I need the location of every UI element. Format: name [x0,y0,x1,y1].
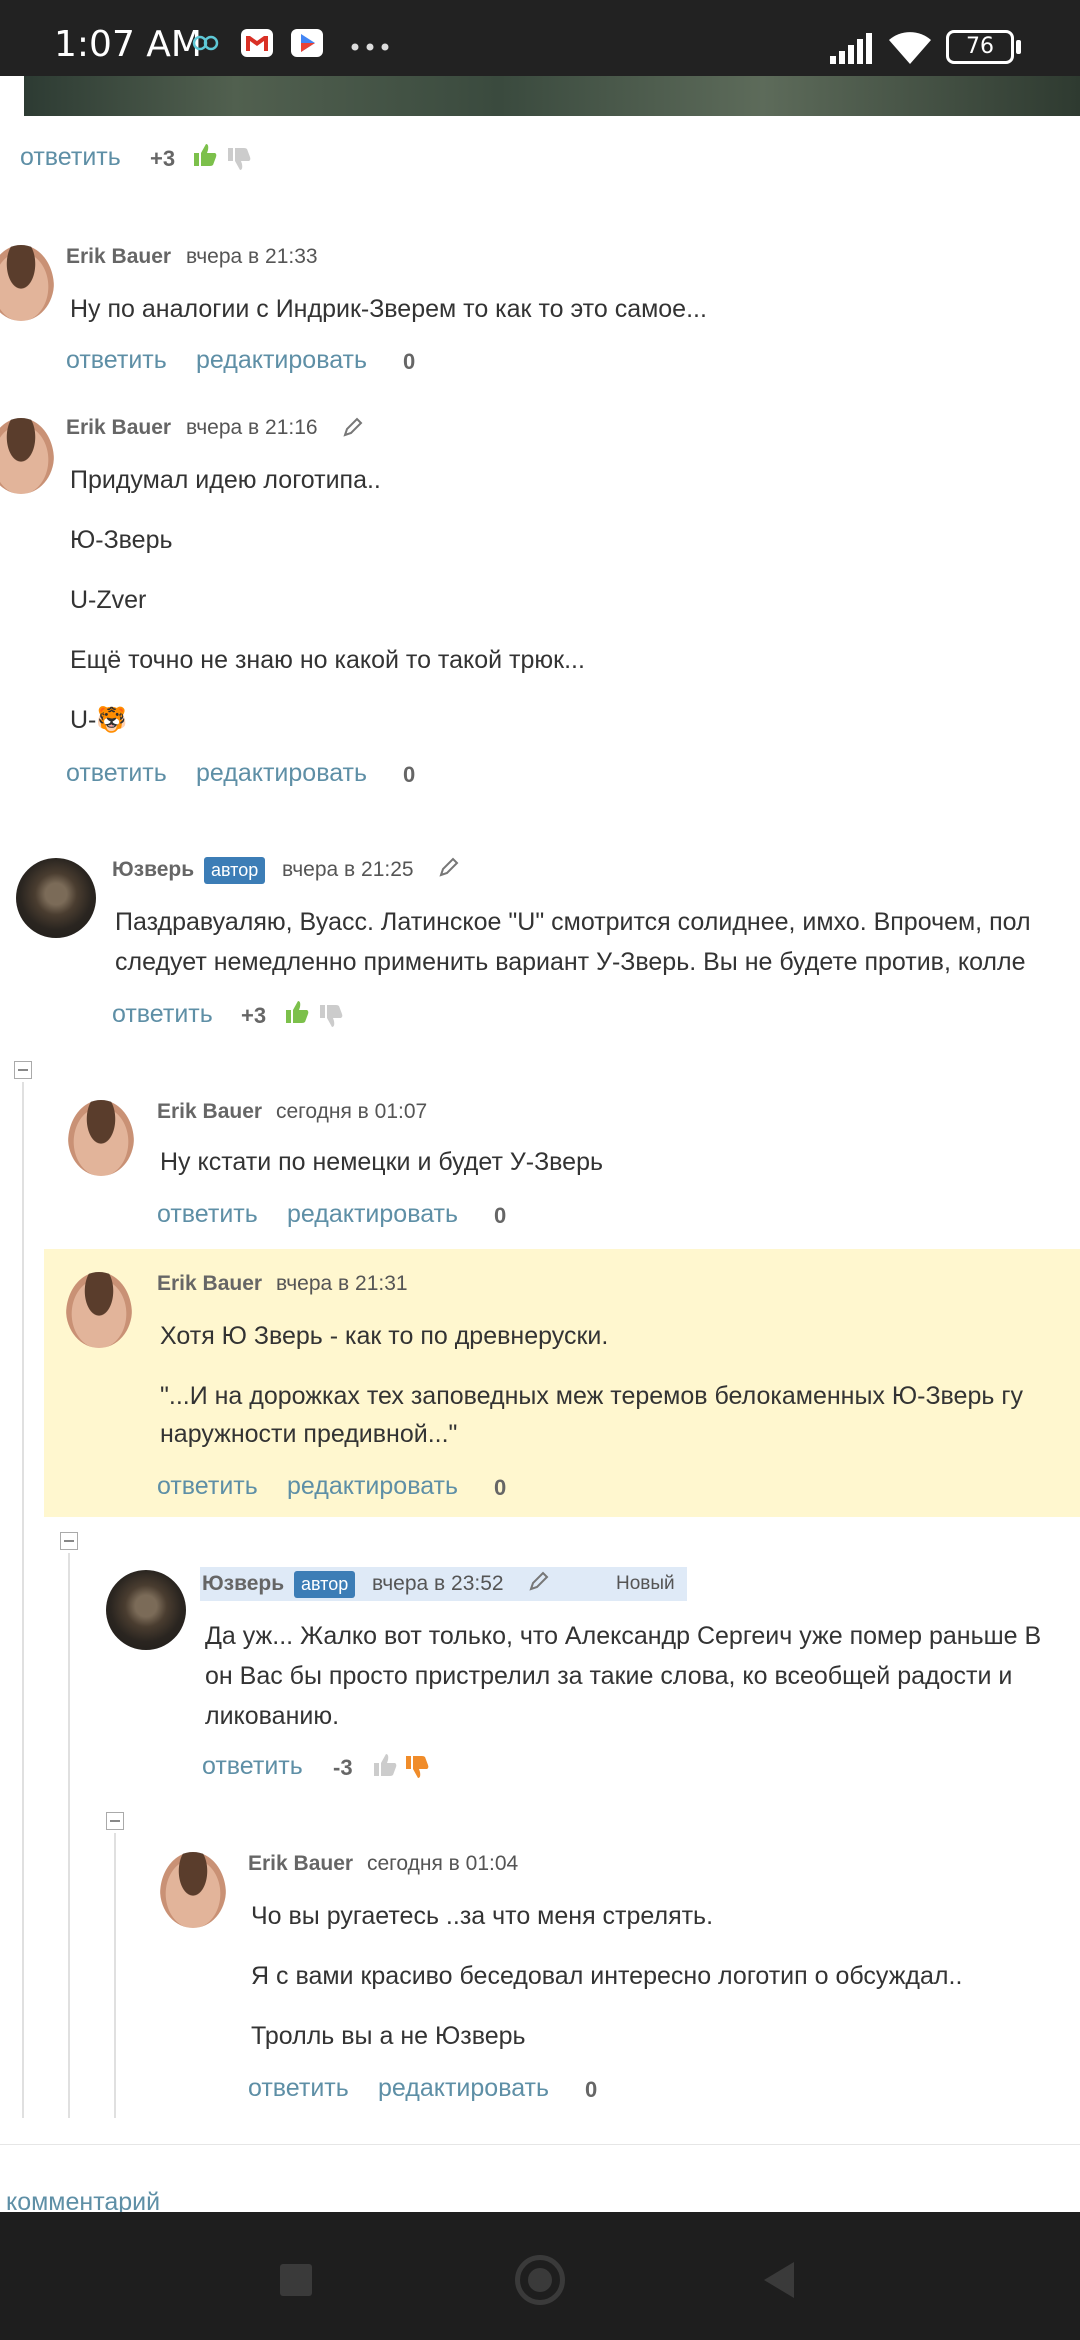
author-badge: автор [294,1571,356,1598]
edit-pencil-icon [343,417,363,437]
navigation-bar [0,2212,1080,2340]
comment-text: "...И на дорожках тех заповедных меж тер… [160,1382,1023,1410]
reply-link[interactable]: ответить [202,1752,303,1781]
avatar[interactable] [66,1272,132,1348]
edit-link[interactable]: редактировать [196,759,367,788]
battery-icon: 76 [946,30,1014,64]
comment-date[interactable]: вчера в 21:33 [186,245,318,269]
status-bar: 1:07 AM 76 [0,0,1080,76]
avatar[interactable] [0,245,54,321]
home-icon[interactable] [515,2255,565,2305]
comment-text: ликованию. [205,1702,340,1730]
gmail-icon [241,29,273,57]
thread-line [114,1833,116,2118]
edit-link[interactable]: редактировать [287,1200,458,1229]
comment-date[interactable]: сегодня в 01:04 [367,1852,518,1876]
comment-author[interactable]: Юзверь [202,1572,284,1596]
thread-line [68,1553,70,2118]
cloud-sync-icon [192,35,219,51]
comment-score: -3 [333,1755,353,1780]
more-notifications-icon [351,43,389,51]
comment-text: следует немедленно применить вариант У-З… [115,948,1026,976]
comment-score: 0 [403,349,416,374]
reply-link[interactable]: ответить [248,2074,349,2103]
comment-score: +3 [150,146,176,171]
thread-line [22,1082,24,2118]
status-time: 1:07 AM [54,24,202,65]
reply-link[interactable]: ответить [157,1472,258,1501]
comment-text: Тролль вы а не Юзверь [251,2022,526,2050]
comment-text: наружности предивной..." [160,1420,458,1448]
comment-text: U-Zver [70,586,147,614]
comment-author[interactable]: Erik Bauer [248,1852,353,1876]
edit-link[interactable]: редактировать [196,346,367,375]
play-store-icon [291,29,323,57]
comment-date[interactable]: вчера в 23:52 [372,1572,504,1596]
reply-link[interactable]: ответить [66,346,167,375]
comment-text: Чо вы ругаетесь ..за что меня стрелять. [251,1902,714,1930]
wifi-icon [889,32,931,64]
edit-link[interactable]: редактировать [287,1472,458,1501]
comment-author[interactable]: Erik Bauer [66,416,171,440]
comment-score: 0 [494,1475,507,1500]
comment-score: 0 [494,1203,507,1228]
signal-icon [830,33,872,64]
thumbs-up-icon[interactable] [372,1752,398,1778]
author-badge: автор [204,857,266,884]
collapse-thread-toggle[interactable] [106,1812,124,1830]
comment-author[interactable]: Erik Bauer [157,1100,262,1124]
comment-text: Придумал идею логотипа.. [70,466,381,494]
battery-tip [1016,40,1021,54]
reply-link[interactable]: ответить [157,1200,258,1229]
recent-apps-icon[interactable] [280,2264,312,2296]
comment-author[interactable]: Юзверь [112,858,194,882]
avatar[interactable] [16,858,96,938]
comment-score: 0 [403,762,416,787]
comment-date[interactable]: вчера в 21:31 [276,1272,408,1296]
thumbs-down-icon[interactable] [404,1754,430,1780]
comment-text: Я с вами красиво беседовал интересно лог… [251,1962,963,1990]
avatar[interactable] [0,418,54,494]
thumbs-down-icon[interactable] [226,146,252,172]
collapse-thread-toggle[interactable] [14,1061,32,1079]
comment-text: Ю-Зверь [70,526,173,554]
collapse-thread-toggle[interactable] [60,1532,78,1550]
reply-link[interactable]: ответить [66,759,167,788]
reply-link[interactable]: ответить [20,143,121,172]
edit-pencil-icon [529,1571,549,1591]
comment-date[interactable]: вчера в 21:25 [282,858,414,882]
comment-text: Ну кстати по немецки и будет У-Зверь [160,1148,604,1176]
comment-date[interactable]: вчера в 21:16 [186,416,318,440]
new-comment-label: Новый [616,1573,675,1594]
comment-date[interactable]: сегодня в 01:07 [276,1100,427,1124]
reply-link[interactable]: ответить [112,1000,213,1029]
comment-text: Ещё точно не знаю но какой то такой трюк… [70,646,585,674]
comment-score: 0 [585,2077,598,2102]
comment-text: U-🐯 [70,706,128,734]
article-image-bottom [24,76,1080,116]
comment-author[interactable]: Erik Bauer [66,245,171,269]
thumbs-up-icon[interactable] [284,999,310,1025]
avatar[interactable] [68,1100,134,1176]
thumbs-up-icon[interactable] [192,142,218,168]
comment-text: Хотя Ю Зверь - как то по древнеруски. [160,1322,609,1350]
avatar[interactable] [160,1852,226,1928]
comment-text: Ну по аналогии с Индрик-Зверем то как то… [70,295,707,323]
comment-score: +3 [241,1003,267,1028]
edit-pencil-icon [439,857,459,877]
comment-text: Да уж... Жалко вот только, что Александр… [205,1622,1042,1650]
back-icon[interactable] [764,2262,794,2298]
comment-text: Паздравуаляю, Вуасс. Латинское "U" смотр… [115,908,1031,936]
divider [0,2144,1080,2145]
comment-author[interactable]: Erik Bauer [157,1272,262,1296]
avatar[interactable] [106,1570,186,1650]
edit-link[interactable]: редактировать [378,2074,549,2103]
comment-text: он Вас бы просто пристрелил за такие сло… [205,1662,1013,1690]
thumbs-down-icon[interactable] [318,1003,344,1029]
